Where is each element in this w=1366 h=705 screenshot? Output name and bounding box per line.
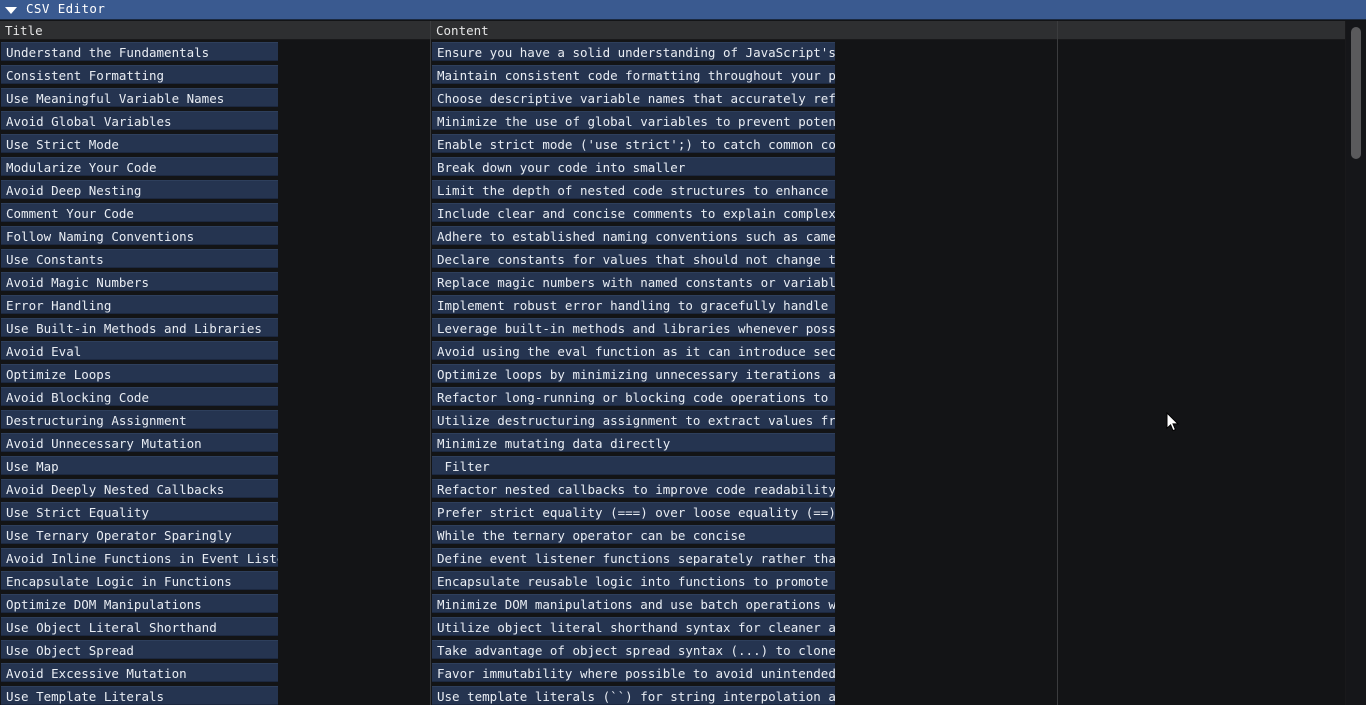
- cell-content[interactable]: Implement robust error handling to grace…: [432, 295, 835, 314]
- table-row: Avoid Excessive Mutation Favor immutabili…: [0, 661, 1345, 684]
- cell-title[interactable]: Use Strict Mode: [1, 134, 278, 153]
- table-row: Use Strict Equality Prefer strict equalit…: [0, 500, 1345, 523]
- csv-editor-window: CSV Editor Title Content Understand the …: [0, 0, 1366, 705]
- table-row: Avoid Inline Functions in Event Listener…: [0, 546, 1345, 569]
- table-row: Use Ternary Operator Sparingly While the …: [0, 523, 1345, 546]
- table-row: Use Strict Mode Enable strict mode ('use …: [0, 132, 1345, 155]
- cell-title[interactable]: Use Object Literal Shorthand: [1, 617, 278, 636]
- cell-title[interactable]: Comment Your Code: [1, 203, 278, 222]
- cell-content[interactable]: Prefer strict equality (===) over loose …: [432, 502, 835, 521]
- cell-title[interactable]: Modularize Your Code: [1, 157, 278, 176]
- table-row: Understand the Fundamentals Ensure you ha…: [0, 40, 1345, 63]
- cell-content[interactable]: Adhere to established naming conventions…: [432, 226, 835, 245]
- cell-content[interactable]: While the ternary operator can be concis…: [432, 525, 835, 544]
- cell-title[interactable]: Follow Naming Conventions: [1, 226, 278, 245]
- cell-title[interactable]: Consistent Formatting: [1, 65, 278, 84]
- table-row: Avoid Blocking Code Refactor long-running…: [0, 385, 1345, 408]
- window-title: CSV Editor: [26, 1, 106, 17]
- table-row: Use Map Filter: [0, 454, 1345, 477]
- cell-title[interactable]: Use Strict Equality: [1, 502, 278, 521]
- table-body: Understand the Fundamentals Ensure you ha…: [0, 40, 1345, 705]
- table-row: Avoid Eval Avoid using the eval function …: [0, 339, 1345, 362]
- triangle-down-icon[interactable]: [5, 6, 17, 14]
- table-row: Use Built-in Methods and Libraries Levera…: [0, 316, 1345, 339]
- table-row: Error Handling Implement robust error han…: [0, 293, 1345, 316]
- table-row: Use Constants Declare constants for value…: [0, 247, 1345, 270]
- scrollbar-thumb[interactable]: [1351, 27, 1361, 159]
- cell-title[interactable]: Use Object Spread: [1, 640, 278, 659]
- cell-title[interactable]: Destructuring Assignment: [1, 410, 278, 429]
- cell-content[interactable]: Maintain consistent code formatting thro…: [432, 65, 835, 84]
- cell-content[interactable]: Define event listener functions separate…: [432, 548, 835, 567]
- cell-content[interactable]: Use template literals (``) for string in…: [432, 686, 835, 705]
- cell-title[interactable]: Avoid Deeply Nested Callbacks: [1, 479, 278, 498]
- cell-title[interactable]: Optimize DOM Manipulations: [1, 594, 278, 613]
- cell-content[interactable]: Ensure you have a solid understanding of…: [432, 42, 835, 61]
- cell-content[interactable]: Favor immutability where possible to avo…: [432, 663, 835, 682]
- cell-content[interactable]: Minimize mutating data directly: [432, 433, 835, 452]
- cell-title[interactable]: Use Meaningful Variable Names: [1, 88, 278, 107]
- table-row: Consistent Formatting Maintain consistent…: [0, 63, 1345, 86]
- table-row: Use Object Literal Shorthand Utilize obje…: [0, 615, 1345, 638]
- table-row: Optimize Loops Optimize loops by minimizi…: [0, 362, 1345, 385]
- cell-content[interactable]: Enable strict mode ('use strict';) to ca…: [432, 134, 835, 153]
- table-row: Avoid Deep Nesting Limit the depth of nes…: [0, 178, 1345, 201]
- cell-title[interactable]: Avoid Blocking Code: [1, 387, 278, 406]
- cell-content[interactable]: Filter: [432, 456, 835, 475]
- vertical-scrollbar[interactable]: [1345, 21, 1366, 705]
- cell-title[interactable]: Avoid Eval: [1, 341, 278, 360]
- window-titlebar: CSV Editor: [0, 0, 1366, 20]
- cell-content[interactable]: Utilize destructuring assignment to extr…: [432, 410, 835, 429]
- cell-content[interactable]: Minimize DOM manipulations and use batch…: [432, 594, 835, 613]
- table-row: Use Object Spread Take advantage of objec…: [0, 638, 1345, 661]
- cell-title[interactable]: Use Built-in Methods and Libraries: [1, 318, 278, 337]
- csv-table: Title Content Understand the Fundamental…: [0, 21, 1366, 705]
- column-header-content[interactable]: Content: [431, 21, 1057, 40]
- cell-title[interactable]: Avoid Global Variables: [1, 111, 278, 130]
- cell-content[interactable]: Avoid using the eval function as it can …: [432, 341, 835, 360]
- cell-content[interactable]: Optimize loops by minimizing unnecessary…: [432, 364, 835, 383]
- cell-content[interactable]: Minimize the use of global variables to …: [432, 111, 835, 130]
- cell-content[interactable]: Take advantage of object spread syntax (…: [432, 640, 835, 659]
- cell-title[interactable]: Avoid Excessive Mutation: [1, 663, 278, 682]
- cell-content[interactable]: Include clear and concise comments to ex…: [432, 203, 835, 222]
- cell-content[interactable]: Replace magic numbers with named constan…: [432, 272, 835, 291]
- table-row: Use Template Literals Use template litera…: [0, 684, 1345, 705]
- cell-title[interactable]: Avoid Magic Numbers: [1, 272, 278, 291]
- table-row: Modularize Your Code Break down your code…: [0, 155, 1345, 178]
- cell-content[interactable]: Refactor nested callbacks to improve cod…: [432, 479, 835, 498]
- cell-title[interactable]: Avoid Unnecessary Mutation: [1, 433, 278, 452]
- cell-title[interactable]: Use Ternary Operator Sparingly: [1, 525, 278, 544]
- table-row: Optimize DOM Manipulations Minimize DOM m…: [0, 592, 1345, 615]
- table-row: Comment Your Code Include clear and conci…: [0, 201, 1345, 224]
- table-header-row: Title Content: [0, 21, 1345, 40]
- cell-title[interactable]: Use Map: [1, 456, 278, 475]
- table-row: Avoid Unnecessary Mutation Minimize mutat…: [0, 431, 1345, 454]
- cell-title[interactable]: Understand the Fundamentals: [1, 42, 278, 61]
- cell-content[interactable]: Leverage built-in methods and libraries …: [432, 318, 835, 337]
- column-header-title[interactable]: Title: [0, 21, 430, 40]
- table-row: Follow Naming Conventions Adhere to estab…: [0, 224, 1345, 247]
- table-row: Avoid Deeply Nested Callbacks Refactor ne…: [0, 477, 1345, 500]
- cell-title[interactable]: Use Constants: [1, 249, 278, 268]
- table-row: Avoid Global Variables Minimize the use o…: [0, 109, 1345, 132]
- cell-title[interactable]: Encapsulate Logic in Functions: [1, 571, 278, 590]
- cell-title[interactable]: Avoid Deep Nesting: [1, 180, 278, 199]
- cell-title[interactable]: Avoid Inline Functions in Event Listener…: [1, 548, 278, 567]
- table-row: Encapsulate Logic in Functions Encapsulat…: [0, 569, 1345, 592]
- cell-content[interactable]: Encapsulate reusable logic into function…: [432, 571, 835, 590]
- cell-content[interactable]: Refactor long-running or blocking code o…: [432, 387, 835, 406]
- cell-title[interactable]: Use Template Literals: [1, 686, 278, 705]
- cell-content[interactable]: Choose descriptive variable names that a…: [432, 88, 835, 107]
- cell-title[interactable]: Error Handling: [1, 295, 278, 314]
- cell-content[interactable]: Break down your code into smaller: [432, 157, 835, 176]
- table-row: Use Meaningful Variable Names Choose desc…: [0, 86, 1345, 109]
- table-row: Destructuring Assignment Utilize destruct…: [0, 408, 1345, 431]
- cell-title[interactable]: Optimize Loops: [1, 364, 278, 383]
- cell-content[interactable]: Limit the depth of nested code structure…: [432, 180, 835, 199]
- cell-content[interactable]: Utilize object literal shorthand syntax …: [432, 617, 835, 636]
- table-row: Avoid Magic Numbers Replace magic numbers…: [0, 270, 1345, 293]
- cell-content[interactable]: Declare constants for values that should…: [432, 249, 835, 268]
